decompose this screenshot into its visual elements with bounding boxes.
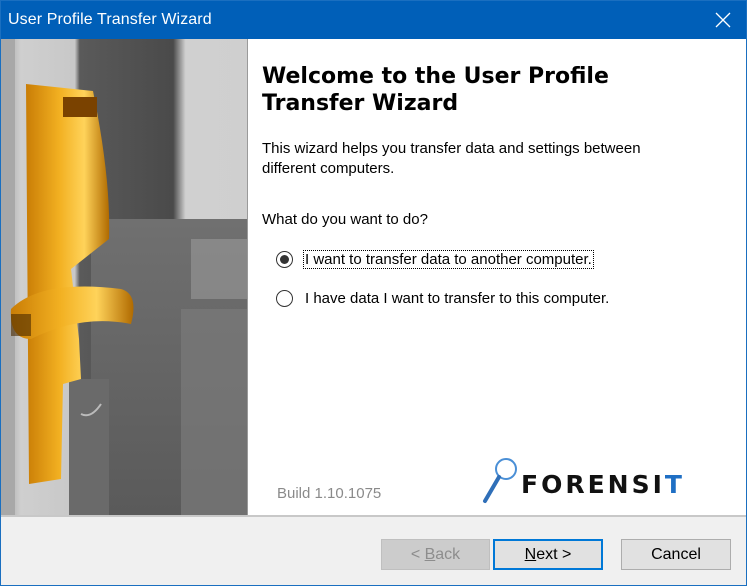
wizard-window: User Profile Transfer Wizard Welcome to … — [0, 0, 747, 586]
close-icon — [715, 12, 731, 28]
wizard-content: Welcome to the User Profile Transfer Wiz… — [248, 39, 746, 515]
wizard-side-image — [1, 39, 248, 515]
magnifier-icon — [483, 458, 517, 503]
cancel-button[interactable]: Cancel — [621, 539, 731, 570]
radio-button[interactable] — [276, 290, 293, 307]
close-button[interactable] — [700, 1, 746, 39]
next-button[interactable]: Next > — [493, 539, 603, 570]
radio-button-selected[interactable] — [276, 251, 293, 268]
window-title: User Profile Transfer Wizard — [8, 11, 212, 28]
logo-text: FORENSIT — [521, 470, 685, 499]
back-button[interactable]: < Back — [381, 539, 490, 570]
option-label[interactable]: I have data I want to transfer to this c… — [304, 290, 610, 307]
option-label[interactable]: I want to transfer data to another compu… — [303, 250, 594, 269]
title-bar: User Profile Transfer Wizard — [1, 1, 746, 39]
question-label: What do you want to do? — [262, 211, 428, 228]
build-number: Build 1.10.1075 — [277, 485, 382, 502]
door-handle-image — [1, 39, 247, 515]
forensit-logo: FORENSIT — [481, 457, 711, 507]
page-title: Welcome to the User Profile Transfer Wiz… — [262, 64, 609, 116]
wizard-description: This wizard helps you transfer data and … — [262, 140, 641, 177]
option-transfer-to-this[interactable]: I have data I want to transfer to this c… — [276, 290, 610, 307]
wizard-footer: < Back Next > Cancel — [1, 515, 746, 585]
option-transfer-to-another[interactable]: I want to transfer data to another compu… — [276, 250, 594, 269]
